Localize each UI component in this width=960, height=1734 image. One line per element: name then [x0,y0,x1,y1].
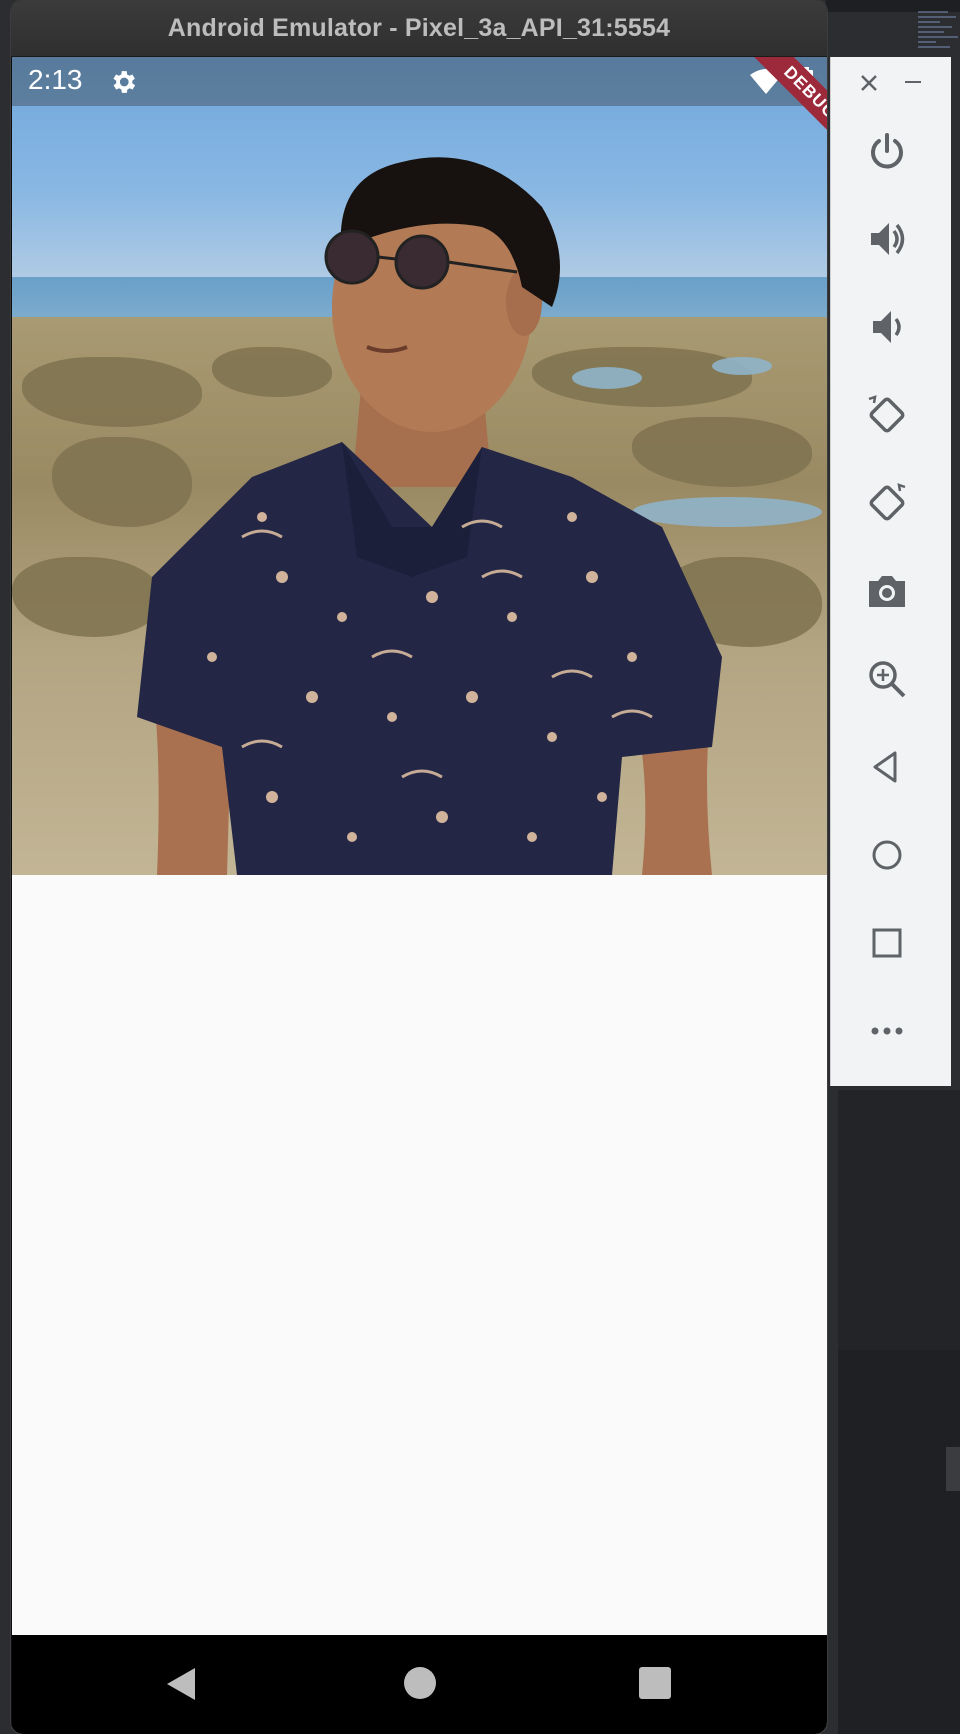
nav-home-icon[interactable] [404,1667,436,1699]
back-button[interactable] [865,745,909,789]
volume-up-button[interactable] [865,217,909,261]
overview-button[interactable] [865,921,909,965]
overview-icon [872,928,902,958]
person-figure [137,157,722,875]
home-icon [872,840,902,870]
emulator-side-toolbar [830,57,951,1086]
volume-down-icon [873,311,901,343]
ide-panel-lower [838,1350,960,1734]
ide-side-tab[interactable] [946,1447,960,1491]
zoom-button[interactable] [865,657,909,701]
window-titlebar[interactable]: Android Emulator - Pixel_3a_API_31:5554 [11,0,827,57]
more-icon [871,1027,903,1035]
rotate-right-icon [869,483,906,521]
settings-gear-icon [113,71,136,93]
volume-up-icon [871,223,905,255]
more-button[interactable] [865,1009,909,1053]
rotate-left-icon [868,395,905,433]
back-icon [873,751,897,783]
volume-down-button[interactable] [865,305,909,349]
rotate-right-button[interactable] [865,481,909,525]
emulator-window: Android Emulator - Pixel_3a_API_31:5554 [11,0,827,1734]
home-button[interactable] [865,833,909,877]
status-bar: 2:13 [12,57,827,106]
power-icon [871,133,903,169]
device-screen[interactable]: 2:13 DEBUG [12,57,827,1734]
zoom-in-icon [869,661,906,698]
nav-back-icon[interactable] [163,1666,199,1702]
navigation-bar [12,1635,827,1734]
nav-overview-icon[interactable] [639,1667,671,1699]
window-title: Android Emulator - Pixel_3a_API_31:5554 [167,13,671,42]
status-time: 2:13 [28,64,83,95]
camera-icon [869,576,905,607]
close-icon[interactable] [857,71,881,95]
profile-photo [12,57,827,875]
rotate-left-button[interactable] [865,393,909,437]
power-button[interactable] [865,129,909,173]
screenshot-button[interactable] [865,569,909,613]
minimize-icon[interactable] [905,81,921,83]
